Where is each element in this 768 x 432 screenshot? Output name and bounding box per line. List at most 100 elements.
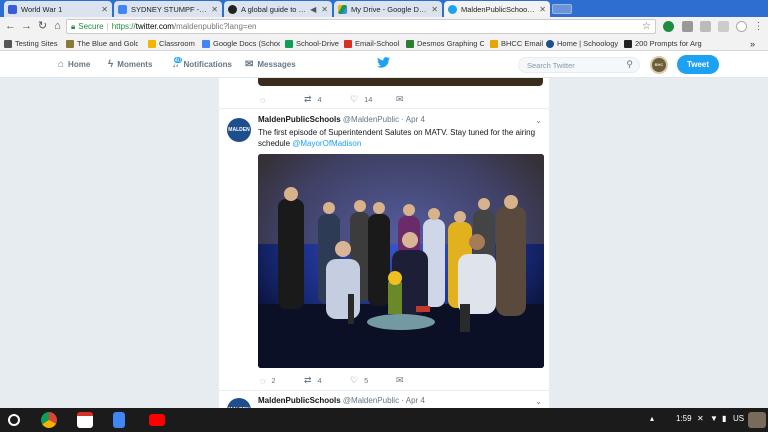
chrome-icon[interactable] [41,412,57,428]
bookmark-item[interactable]: 200 Prompts for Arg [624,38,704,49]
launcher-icon[interactable] [8,414,20,426]
lock-icon: 🔒︎ [71,21,76,31]
twitter-bird-icon[interactable] [377,57,390,71]
nav-home[interactable]: ⌂ Home [58,59,90,70]
extension-icon[interactable] [718,21,729,32]
bookmark-item[interactable]: School-Drive [285,38,341,49]
dm-button[interactable]: ✉ [396,375,410,386]
docs-icon[interactable] [113,412,125,428]
bookmark-item[interactable]: Testing Sites [4,38,66,49]
tweet-photo-image [258,154,544,368]
site-icon [66,39,74,48]
folder-icon [4,39,12,48]
home-icon[interactable]: ⌂ [51,20,64,33]
forward-icon[interactable]: → [20,20,33,33]
retweet-icon: ⇄ [304,94,312,104]
bookmark-item[interactable]: Email-School [344,38,402,49]
tweet-author-name[interactable]: MaldenPublicSchools [258,115,341,124]
chevron-down-icon[interactable]: ⌄ [535,116,542,125]
close-icon[interactable]: ✕ [211,5,218,14]
docs-icon [118,4,127,14]
like-button[interactable]: ♡ 5 [350,375,396,386]
nav-messages[interactable]: ✉ Messages [245,59,296,70]
like-button[interactable]: ♡ 14 [350,94,396,105]
close-icon[interactable]: ✕ [101,5,108,14]
desmos-icon [406,39,414,48]
tab-world-war-1[interactable]: World War 1 ✕ [4,1,112,17]
nav-moments[interactable]: ϟ Moments [108,59,152,70]
tweet-button[interactable]: Tweet [677,55,719,74]
url-path: /maldenpublic?lang=en [173,22,257,31]
dm-button[interactable]: ✉ [396,94,410,105]
gmail-icon[interactable] [77,412,93,428]
notification-icon[interactable]: ▴ [650,414,654,423]
mention-link[interactable]: @MayorOfMadison [292,139,361,148]
profile-avatar[interactable]: BHC [650,56,668,74]
tweet-author-handle[interactable]: @MaldenPublic [343,115,399,124]
nav-label: Notifications [183,60,232,69]
clock[interactable]: 1:59 [676,414,692,423]
retweet-button[interactable]: ⇄ 4 [304,375,350,386]
search-input[interactable]: Search Twitter ⚲ [518,57,640,73]
tweet-avatar[interactable]: MALDEN [227,118,251,142]
youtube-icon[interactable] [149,414,165,426]
bookmark-item[interactable]: BHCC Email [490,38,544,49]
bookmark-item[interactable]: The Blue and Gold | T [66,38,138,49]
more-bookmarks-icon[interactable]: » [750,38,764,49]
tab-malden-twitter[interactable]: MaldenPublicSchools (@ ✕ [444,1,550,17]
nav-label: Home [68,60,91,69]
docs-icon [202,39,210,48]
tweet-author-handle[interactable]: @MaldenPublic [343,396,399,405]
reply-button[interactable]: ◌ [260,95,304,105]
back-icon[interactable]: ← [4,20,17,33]
close-icon[interactable]: ✕ [321,5,328,14]
tweet-photo[interactable] [258,154,544,368]
os-taskbar: ▴ 1:59 ✕ ▼ ▮ US [0,408,768,432]
retweet-icon: ⇄ [304,375,312,385]
reload-icon[interactable]: ↻ [36,20,49,33]
tab-my-drive[interactable]: My Drive - Google Drive ✕ [334,1,442,17]
input-locale[interactable]: US [733,414,744,423]
tweet-author-name[interactable]: MaldenPublicSchools [258,396,341,405]
bookmark-item[interactable]: Google Docs (Schoo [202,38,280,49]
tweet-date[interactable]: Apr 4 [406,396,425,405]
tab-sydney-stumpf[interactable]: SYDNEY STUMPF - WWI ✕ [114,1,222,17]
menu-icon[interactable]: ⋮ [752,20,765,33]
close-icon[interactable]: ✕ [539,5,546,14]
extension-icon[interactable] [682,21,693,32]
mute-icon: ✕ [697,414,704,423]
reply-button[interactable]: ◌ 2 [260,376,304,386]
previous-tweet-media[interactable] [258,78,543,86]
envelope-icon: ✉ [396,375,404,385]
reply-icon: ◌ [260,94,266,105]
bookmark-item[interactable]: Desmos Graphing Ca [406,38,484,49]
extension-icon[interactable] [663,21,674,32]
classroom-icon [148,39,156,48]
secure-label: Secure [78,22,104,31]
tweet-date[interactable]: Apr 4 [406,115,425,124]
tab-title: A global guide to the [241,4,308,14]
bookmark-item[interactable]: Home | Schoology [546,38,620,49]
address-bar[interactable]: 🔒︎ Secure | https:// twitter.com /malden… [66,19,656,34]
extension-icon[interactable] [736,21,747,32]
bookmark-star-icon[interactable]: ☆ [642,21,651,32]
separator: | [106,22,109,31]
nav-label: Moments [117,60,153,69]
site-icon [228,4,237,14]
bookmark-item[interactable]: Classroom [148,38,198,49]
document-icon [8,4,17,14]
close-icon[interactable]: ✕ [431,5,438,14]
chevron-down-icon[interactable]: ⌄ [535,397,542,406]
user-avatar[interactable] [748,412,766,428]
notification-badge: 40 [173,56,183,64]
bookmark-label: Classroom [159,39,195,48]
search-icon[interactable]: ⚲ [626,59,633,70]
bookmark-label: BHCC Email [501,39,544,48]
extension-icon[interactable] [700,21,711,32]
tab-global-guide[interactable]: A global guide to the ◀ ✕ [224,1,332,17]
separator-dot: · [401,396,404,405]
tweet-actions: ◌ 2 ⇄ 4 ♡ 5 ✉ [260,375,410,386]
new-tab-button[interactable] [552,4,572,14]
retweet-button[interactable]: ⇄ 4 [304,94,350,105]
tab-strip: World War 1 ✕ SYDNEY STUMPF - WWI ✕ A gl… [0,0,768,17]
